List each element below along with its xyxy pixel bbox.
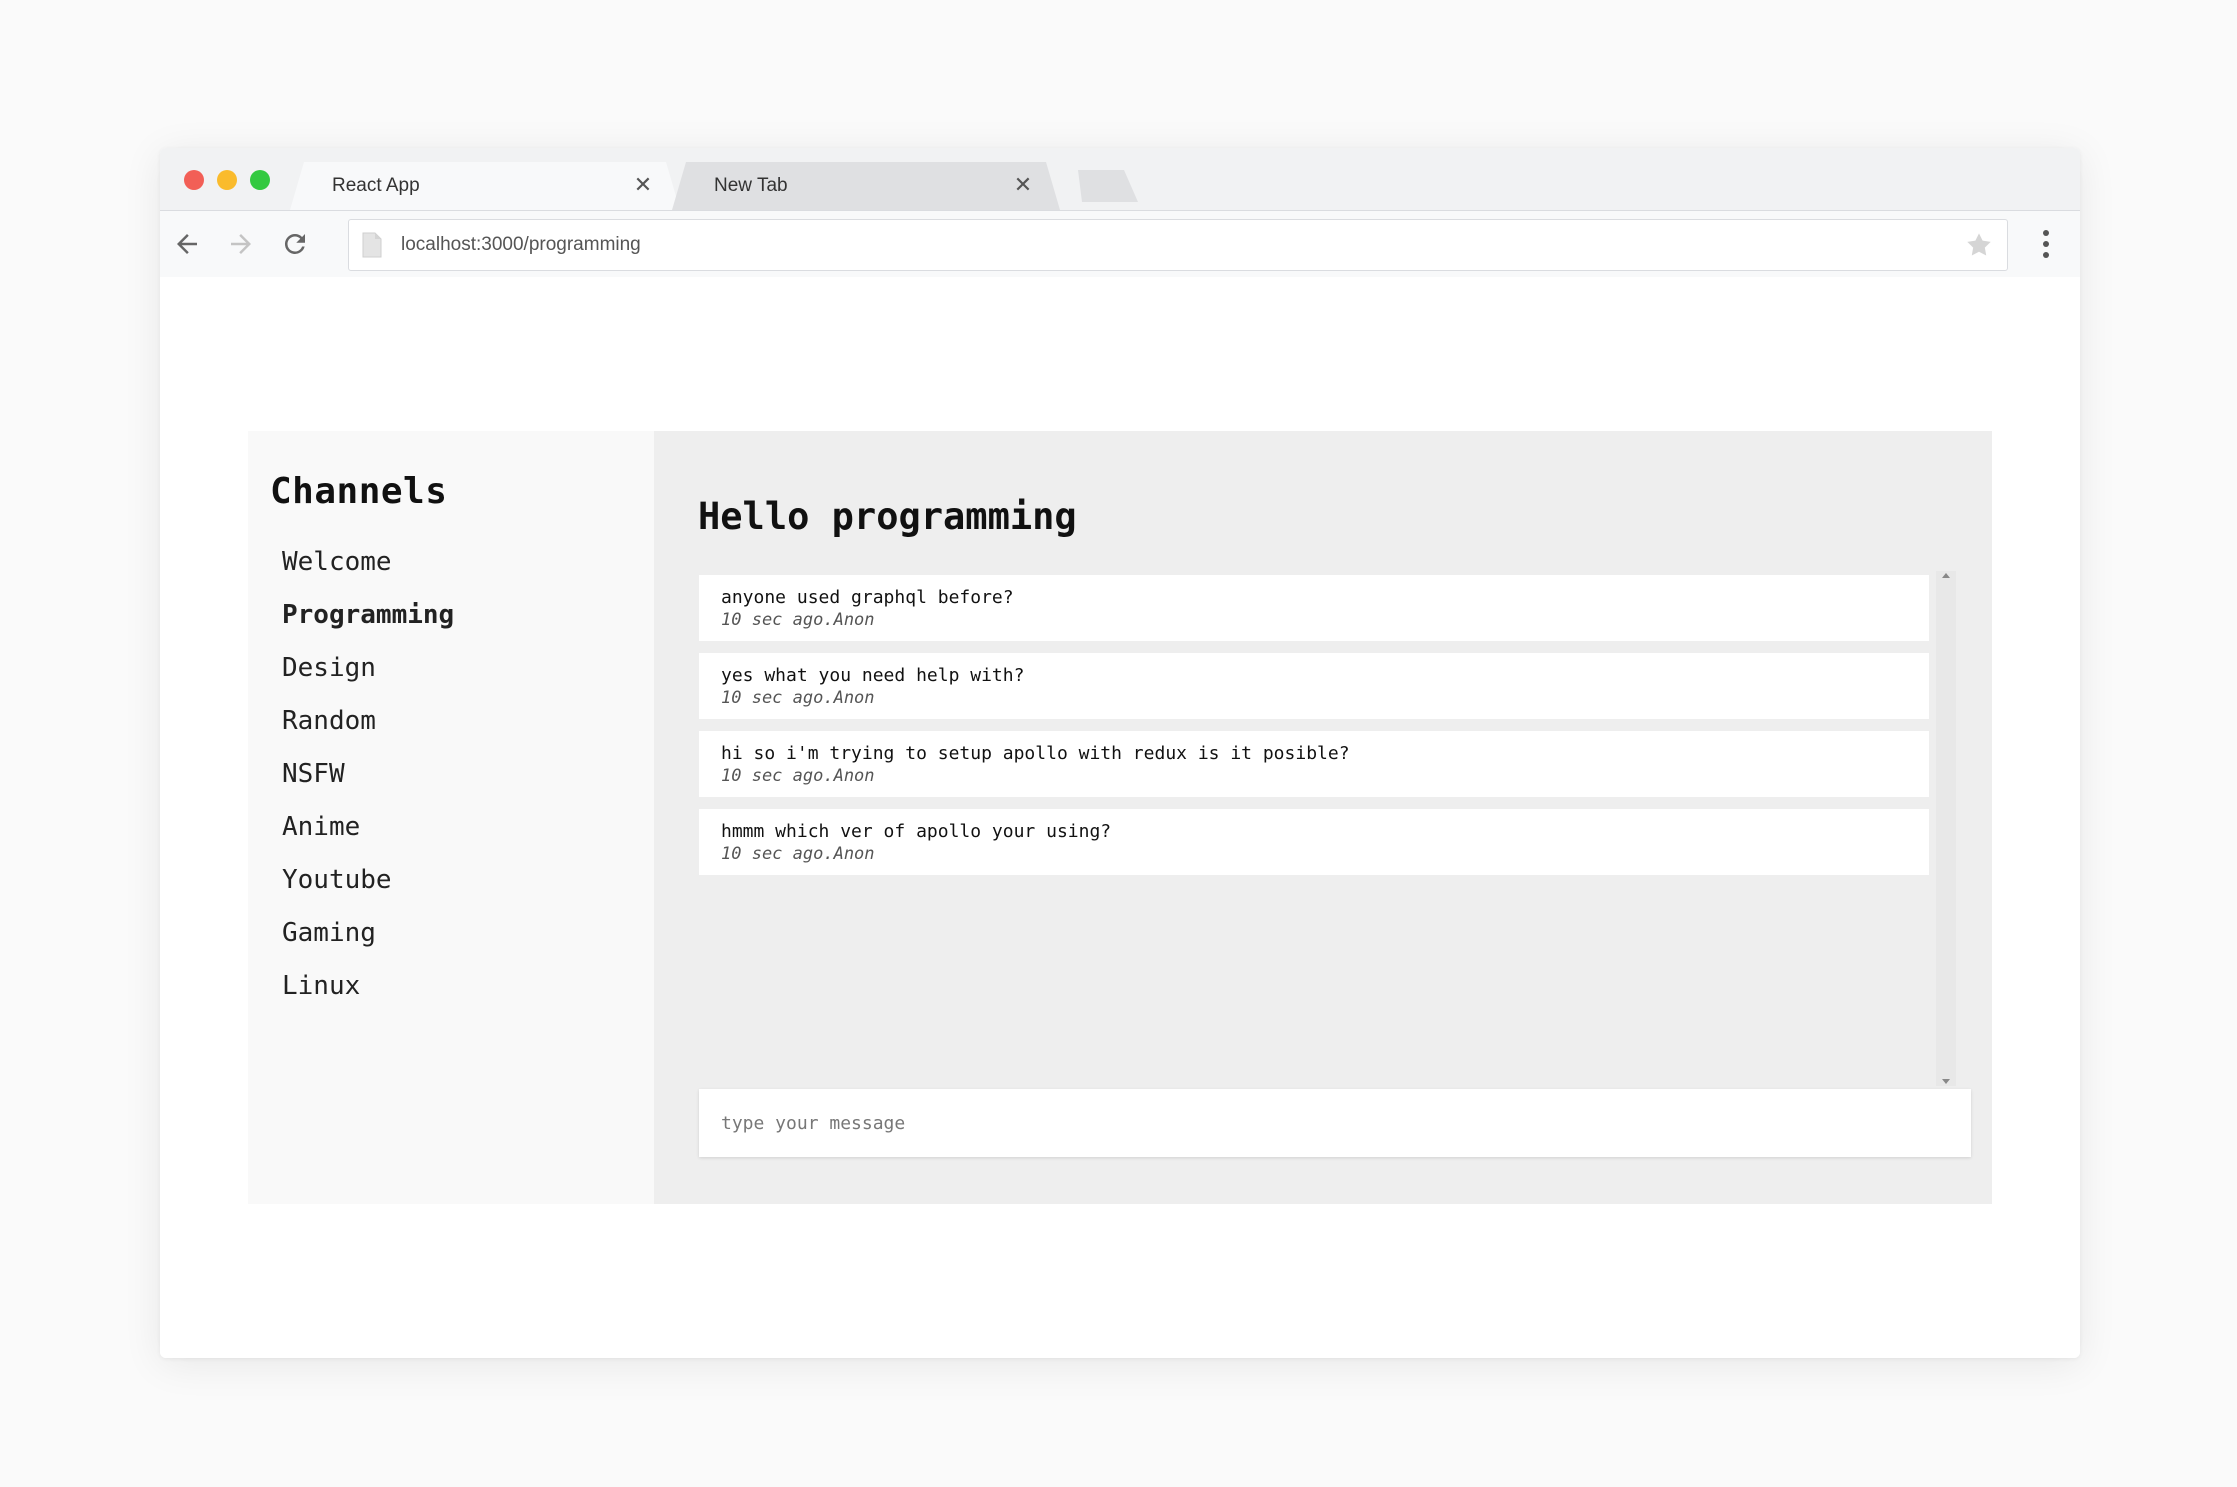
channel-list: Welcome Programming Design Random NSFW A…	[282, 547, 454, 1024]
channel-item-random[interactable]: Random	[282, 706, 454, 759]
scroll-up-icon[interactable]	[1942, 573, 1950, 578]
minimize-window-button[interactable]	[217, 170, 237, 190]
arrow-left-icon	[177, 234, 197, 254]
channels-heading: Channels	[270, 471, 448, 512]
page-icon	[362, 232, 382, 258]
channel-item-anime[interactable]: Anime	[282, 812, 454, 865]
channel-item-programming[interactable]: Programming	[282, 600, 454, 653]
page-content: Channels Welcome Programming Design Rand…	[160, 277, 2080, 1358]
tab-new-tab[interactable]: New Tab ✕	[672, 162, 1060, 210]
reload-button[interactable]	[278, 227, 312, 261]
message-text: hi so i'm trying to setup apollo with re…	[721, 743, 1350, 764]
tab-close-icon[interactable]: ✕	[632, 172, 654, 197]
chat-app: Channels Welcome Programming Design Rand…	[248, 431, 1992, 1204]
bookmark-star-icon[interactable]	[1965, 231, 1993, 259]
channel-item-welcome[interactable]: Welcome	[282, 547, 454, 600]
new-tab-button[interactable]	[1068, 170, 1138, 202]
message-list[interactable]: anyone used graphql before? 10 sec ago.A…	[699, 575, 1929, 1081]
message-input[interactable]	[699, 1089, 1971, 1157]
url-text: localhost:3000/programming	[401, 234, 641, 255]
message-item: hi so i'm trying to setup apollo with re…	[699, 731, 1929, 797]
browser-toolbar: localhost:3000/programming	[160, 210, 2080, 278]
message-meta: 10 sec ago.Anon	[721, 844, 875, 864]
tab-title: New Tab	[714, 175, 788, 196]
reload-icon	[284, 233, 305, 254]
message-meta: 10 sec ago.Anon	[721, 610, 875, 630]
channel-item-youtube[interactable]: Youtube	[282, 865, 454, 918]
arrow-right-icon	[231, 234, 251, 254]
message-text: anyone used graphql before?	[721, 587, 1014, 608]
tab-close-icon[interactable]: ✕	[1012, 172, 1034, 197]
message-item: hmmm which ver of apollo your using? 10 …	[699, 809, 1929, 875]
channels-sidebar: Channels Welcome Programming Design Rand…	[248, 431, 654, 1204]
address-bar[interactable]: localhost:3000/programming	[348, 219, 2008, 271]
close-window-button[interactable]	[184, 170, 204, 190]
message-item: yes what you need help with? 10 sec ago.…	[699, 653, 1929, 719]
forward-button[interactable]	[224, 227, 258, 261]
message-item: anyone used graphql before? 10 sec ago.A…	[699, 575, 1929, 641]
message-scrollbar[interactable]	[1936, 571, 1956, 1086]
back-button[interactable]	[170, 227, 204, 261]
maximize-window-button[interactable]	[250, 170, 270, 190]
channel-item-design[interactable]: Design	[282, 653, 454, 706]
browser-window: React App ✕ New Tab ✕ localhost:3000/pro…	[160, 148, 2080, 1358]
message-text: hmmm which ver of apollo your using?	[721, 821, 1112, 842]
message-text: yes what you need help with?	[721, 665, 1025, 686]
chat-main: Hello programming anyone used graphql be…	[654, 431, 1992, 1204]
channel-item-nsfw[interactable]: NSFW	[282, 759, 454, 812]
channel-item-gaming[interactable]: Gaming	[282, 918, 454, 971]
tab-react-app[interactable]: React App ✕	[290, 162, 680, 210]
message-meta: 10 sec ago.Anon	[721, 766, 875, 786]
channel-item-linux[interactable]: Linux	[282, 971, 454, 1024]
menu-kebab-icon[interactable]	[2040, 227, 2052, 261]
tab-strip: React App ✕ New Tab ✕	[160, 148, 2080, 210]
channel-heading: Hello programming	[698, 495, 1077, 538]
message-meta: 10 sec ago.Anon	[721, 688, 875, 708]
tab-title: React App	[332, 175, 420, 196]
scroll-down-icon[interactable]	[1942, 1079, 1950, 1084]
